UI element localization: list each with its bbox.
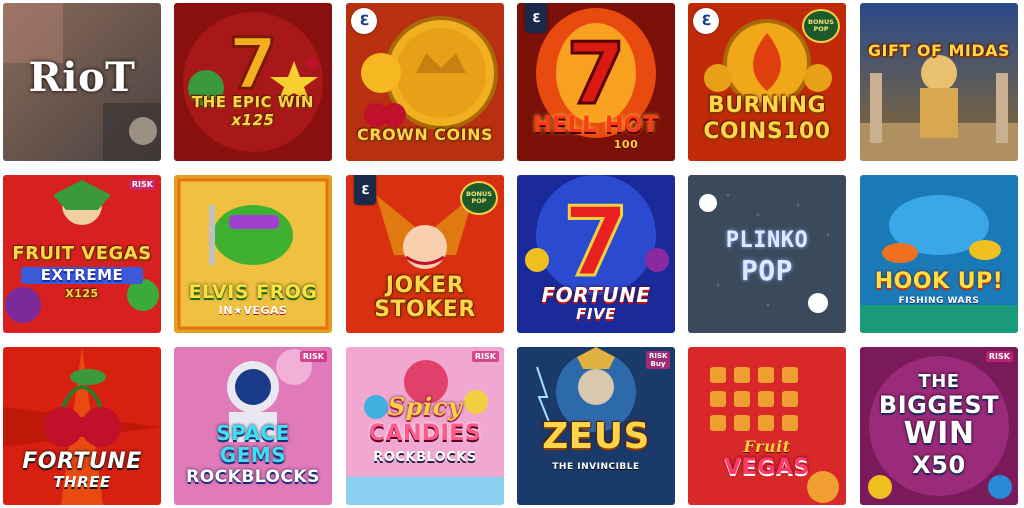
game-subtitle: FIVE <box>576 305 616 323</box>
game-subtitle: THREE <box>53 473 111 491</box>
risk-buy-badge: RISK Buy <box>646 351 670 369</box>
game-tile-joker-stoker[interactable]: ℇ BONUS POP JOKER STOKER <box>346 175 504 333</box>
game-subtitle: x125 <box>231 111 275 129</box>
game-title: ELVIS FROG <box>188 281 318 303</box>
game-title: CROWN COINS <box>357 125 493 144</box>
game-subtitle: THE INVINCIBLE <box>552 462 640 472</box>
risk-badge: RISK <box>471 351 499 362</box>
game-title: Spicy <box>387 392 463 421</box>
game-tile-burning-coins[interactable]: ℇ BONUS POP BURNING COINS100 <box>688 3 846 161</box>
game-subtitle: CANDIES <box>368 421 482 446</box>
game-tile-gift-of-midas[interactable]: GIFT OF MIDAS <box>860 3 1018 161</box>
game-subtitle-2: ROCKBLOCKS <box>373 450 477 465</box>
game-title: HOOK UP! <box>874 269 1004 294</box>
risk-badge: RISK <box>985 351 1013 362</box>
provider-icon: ℇ <box>693 8 719 34</box>
game-grid: RioT 7 THE EPIC WIN x125 ℇ CROWN COINS 7… <box>0 0 1024 508</box>
game-title: FRUIT VEGAS <box>12 243 152 264</box>
game-subtitle: POP <box>740 254 794 287</box>
risk-badge: RISK <box>299 351 327 362</box>
game-title: FORTUNE <box>541 283 651 307</box>
game-title: THE EPIC WIN <box>192 93 314 111</box>
game-tile-spicy-candies[interactable]: RISK Spicy CANDIES ROCKBLOCKS <box>346 347 504 505</box>
game-tile-fortune-three[interactable]: FORTUNE THREE <box>3 347 161 505</box>
hook-up-artwork <box>860 175 1018 333</box>
game-title: JOKER <box>385 273 465 298</box>
game-title: Fruit <box>743 437 791 456</box>
game-tile-elvis-frog[interactable]: ELVIS FROG IN★VEGAS <box>174 175 332 333</box>
game-subtitle: COINS100 <box>703 119 831 144</box>
game-subtitle-3: X50 <box>912 451 966 479</box>
game-tile-crown-coins[interactable]: ℇ CROWN COINS <box>346 3 504 161</box>
game-tile-fruit-vegas[interactable]: Fruit VEGAS <box>688 347 846 505</box>
game-tile-hook-up[interactable]: HOOK UP! FISHING WARS <box>860 175 1018 333</box>
provider-icon: ℇ <box>351 8 377 34</box>
game-title: SPACE <box>216 421 290 445</box>
game-title: PLINKO <box>725 228 809 253</box>
svg-text:7: 7 <box>563 188 629 298</box>
game-subtitle: BIGGEST <box>878 391 1000 419</box>
game-subtitle-2: ROCKBLOCKS <box>186 467 320 487</box>
bonus-pop-badge: BONUS POP <box>802 9 840 43</box>
game-subtitle: STOKER <box>374 297 476 322</box>
risk-badge: RISK <box>128 179 156 190</box>
game-tile-fruit-vegas-extreme[interactable]: RISK FRUIT VEGAS EXTREME X125 <box>3 175 161 333</box>
game-subtitle-2: WIN <box>903 416 975 451</box>
game-subtitle: FISHING WARS <box>898 296 980 306</box>
provider-icon: ℇ <box>354 175 376 205</box>
game-tile-hell-hot[interactable]: 7 ℇ HELL HOT 100 <box>517 3 675 161</box>
game-subtitle-2: X125 <box>65 287 99 300</box>
game-subtitle: VEGAS <box>724 455 810 480</box>
game-tile-biggest-win[interactable]: RISK THE BIGGEST WIN X50 <box>860 347 1018 505</box>
game-tile-zeus[interactable]: RISK Buy ZEUS THE INVINCIBLE <box>517 347 675 505</box>
game-subtitle: IN★VEGAS <box>218 304 288 317</box>
bonus-pop-badge: BONUS POP <box>460 181 498 215</box>
svg-text:7: 7 <box>566 25 625 124</box>
provider-icon: ℇ <box>525 3 547 33</box>
gift-of-midas-artwork <box>860 3 1018 161</box>
game-title: ZEUS <box>542 416 650 457</box>
game-title: GIFT OF MIDAS <box>867 41 1011 60</box>
game-tile-fortune-five[interactable]: 7 FORTUNE FIVE <box>517 175 675 333</box>
game-tile-space-gems[interactable]: RISK SPACE GEMS ROCKBLOCKS <box>174 347 332 505</box>
epic-win-artwork: 7 <box>174 3 332 161</box>
fruit-vegas-artwork <box>688 347 846 505</box>
game-subtitle: EXTREME <box>21 267 143 284</box>
game-subtitle: 100 <box>613 138 639 151</box>
game-tile-riot[interactable]: RioT <box>3 3 161 161</box>
game-tile-epic-win[interactable]: 7 THE EPIC WIN x125 <box>174 3 332 161</box>
game-title: RioT <box>28 54 136 101</box>
game-subtitle: GEMS <box>219 443 287 467</box>
game-tile-plinko-pop[interactable]: PLINKO POP <box>688 175 846 333</box>
game-title: THE <box>918 371 960 392</box>
game-title: HELL HOT <box>533 113 659 138</box>
game-title: BURNING <box>707 93 827 118</box>
game-title: FORTUNE <box>22 449 142 474</box>
